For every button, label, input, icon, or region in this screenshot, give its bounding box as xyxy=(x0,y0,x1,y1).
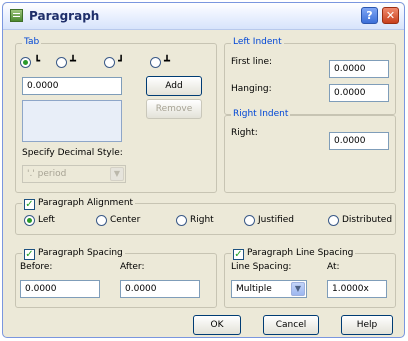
align-justified-label: Justified xyxy=(258,215,294,225)
cancel-button[interactable]: Cancel xyxy=(263,315,319,335)
tab-group: Tab ┗ ┻ ┛ ┻ 0.0000 Add Remove Specify De… xyxy=(15,37,217,193)
right-indent-group: Right Indent Right: 0.0000 xyxy=(224,109,396,193)
paragraph-icon xyxy=(10,9,23,22)
tab-stops-list[interactable] xyxy=(22,100,122,142)
align-distributed-label: Distributed xyxy=(342,215,393,225)
help-title-button[interactable]: ? xyxy=(361,7,378,24)
spacing-legend: ✓ Paragraph Spacing xyxy=(22,247,125,260)
line-spacing-legend: ✓ Paragraph Line Spacing xyxy=(231,247,356,260)
right-label: Right: xyxy=(231,128,258,138)
line-spacing-select[interactable]: Multiple ▼ xyxy=(231,280,307,298)
right-tab-icon: ┛ xyxy=(118,56,125,67)
tab-type-center-radio[interactable] xyxy=(56,57,67,68)
chevron-down-icon: ▼ xyxy=(291,282,305,296)
at-label: At: xyxy=(327,262,340,272)
first-line-field[interactable]: 0.0000 xyxy=(329,60,389,78)
decimal-style-select[interactable]: '.' period ▼ xyxy=(22,165,126,183)
alignment-checkbox[interactable]: ✓ xyxy=(24,199,35,210)
align-distributed-radio[interactable] xyxy=(328,215,339,226)
line-spacing-value: Multiple xyxy=(236,284,272,294)
align-center-radio[interactable] xyxy=(96,215,107,226)
align-right-label: Right xyxy=(190,215,214,225)
align-left-radio[interactable] xyxy=(24,215,35,226)
decimal-style-value: '.' period xyxy=(27,169,67,179)
left-indent-legend: Left Indent xyxy=(231,37,284,47)
ok-button[interactable]: OK xyxy=(193,315,241,335)
line-spacing-label: Line Spacing: xyxy=(231,262,292,272)
align-justified-radio[interactable] xyxy=(244,215,255,226)
paragraph-alignment-group: ✓ Paragraph Alignment Left Center Right J… xyxy=(15,197,396,235)
tab-position-field[interactable]: 0.0000 xyxy=(22,77,122,95)
tab-type-decimal-radio[interactable] xyxy=(150,57,161,68)
paragraph-dialog: Paragraph ? ✕ Tab ┗ ┻ ┛ ┻ 0.0000 Add Rem… xyxy=(2,2,405,338)
tab-legend: Tab xyxy=(22,37,42,47)
alignment-legend-text: Paragraph Alignment xyxy=(38,198,134,208)
spacing-checkbox[interactable]: ✓ xyxy=(24,249,35,260)
hanging-field[interactable]: 0.0000 xyxy=(329,84,389,102)
chevron-down-icon: ▼ xyxy=(110,167,124,181)
hanging-label: Hanging: xyxy=(231,84,272,94)
title-bar[interactable]: Paragraph ? ✕ xyxy=(3,3,404,30)
decimal-style-label: Specify Decimal Style: xyxy=(22,148,123,158)
spacing-legend-text: Paragraph Spacing xyxy=(38,248,123,258)
before-field[interactable]: 0.0000 xyxy=(20,280,100,298)
tab-type-right-radio[interactable] xyxy=(104,57,115,68)
left-tab-icon: ┗ xyxy=(34,56,41,67)
line-spacing-legend-text: Paragraph Line Spacing xyxy=(247,248,354,258)
dialog-title: Paragraph xyxy=(29,9,100,23)
help-button[interactable]: Help xyxy=(341,315,393,335)
alignment-legend: ✓ Paragraph Alignment xyxy=(22,197,136,210)
line-spacing-checkbox[interactable]: ✓ xyxy=(233,249,244,260)
first-line-label: First line: xyxy=(231,57,273,67)
paragraph-spacing-group: ✓ Paragraph Spacing Before: 0.0000 After:… xyxy=(15,247,217,308)
add-button[interactable]: Add xyxy=(146,76,202,96)
line-spacing-group: ✓ Paragraph Line Spacing Line Spacing: Mu… xyxy=(224,247,396,308)
after-label: After: xyxy=(120,262,145,272)
align-left-label: Left xyxy=(38,215,55,225)
decimal-tab-icon: ┻ xyxy=(164,56,171,67)
tab-type-left-radio[interactable] xyxy=(20,57,31,68)
remove-button[interactable]: Remove xyxy=(146,99,202,119)
left-indent-group: Left Indent First line: 0.0000 Hanging: … xyxy=(224,37,396,115)
at-field[interactable]: 1.0000x xyxy=(327,280,387,298)
align-right-radio[interactable] xyxy=(176,215,187,226)
after-field[interactable]: 0.0000 xyxy=(120,280,200,298)
close-button[interactable]: ✕ xyxy=(382,7,399,24)
align-center-label: Center xyxy=(110,215,141,225)
center-tab-icon: ┻ xyxy=(70,56,77,67)
right-indent-legend: Right Indent xyxy=(231,109,291,119)
right-indent-field[interactable]: 0.0000 xyxy=(329,132,389,150)
before-label: Before: xyxy=(20,262,53,272)
